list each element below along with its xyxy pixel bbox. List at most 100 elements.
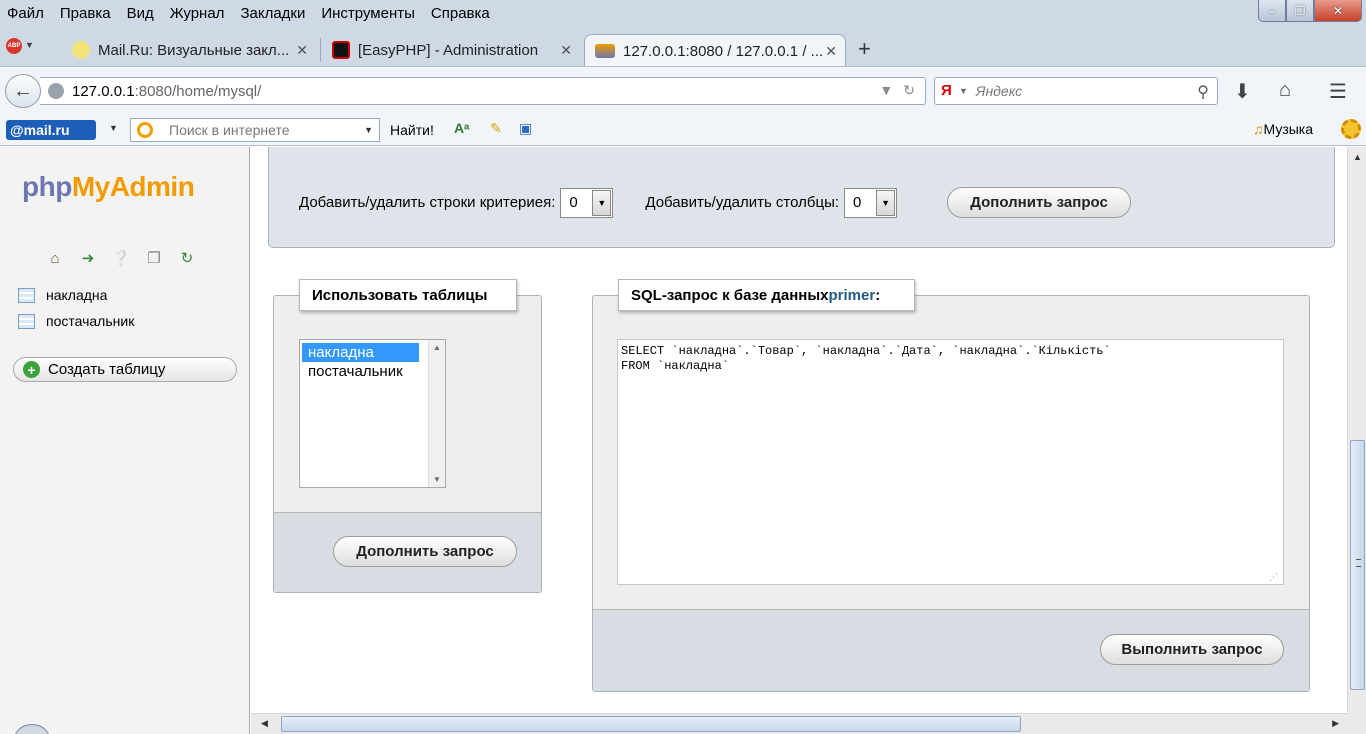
sql-legend: SQL-запрос к базе данных primer: — [618, 279, 915, 311]
menu-tools[interactable]: Инструменты — [313, 5, 423, 22]
back-button[interactable]: ← — [5, 74, 41, 108]
close-window-button[interactable]: ✕ — [1314, 0, 1362, 22]
help-icon[interactable]: ❔ — [112, 249, 131, 267]
menu-bookmarks[interactable]: Закладки — [232, 5, 313, 22]
grip-icon — [1356, 559, 1361, 567]
sidebar-table-postachalnyk[interactable]: постачальник — [18, 313, 134, 329]
menu-view[interactable]: Вид — [119, 5, 162, 22]
scroll-up-icon[interactable]: ▲ — [433, 343, 441, 352]
pma-sidebar: phpMyAdmin ⌂ ➜ ❔ ❐ ↻ накладна постачальн… — [0, 147, 250, 734]
use-tables-legend: Использовать таблицы — [299, 279, 517, 311]
reload-icon[interactable]: ↻ — [903, 82, 915, 99]
table-label[interactable]: накладна — [46, 287, 107, 303]
url-bar[interactable]: 127.0.0.1:8080/home/mysql/ ▼ ↻ — [40, 77, 926, 105]
scroll-left-icon[interactable]: ◀ — [261, 718, 268, 729]
sql-fieldset: SELECT `накладна`.`Товар`, `накладна`.`Д… — [592, 295, 1310, 692]
url-path: :8080/home/mysql/ — [134, 82, 262, 100]
execute-query-button[interactable]: Выполнить запрос — [1100, 634, 1284, 665]
scroll-down-icon[interactable]: ▼ — [433, 475, 441, 484]
search-icon[interactable]: ⚲ — [1197, 82, 1209, 102]
create-table-button[interactable]: + Создать таблицу — [13, 357, 237, 382]
add-rows-select[interactable]: 0 ▼ — [560, 187, 614, 218]
screenshot-icon[interactable]: ▣ — [519, 120, 541, 140]
navigation-bar: 127.0.0.1:8080/home/mysql/ ▼ ↻ ← Я ▼ Янд… — [0, 66, 1366, 114]
tab-mailru[interactable]: Mail.Ru: Визуальные закл... ✕ — [62, 34, 316, 66]
tables-listbox[interactable]: накладна постачальник ▲ ▼ — [299, 339, 446, 488]
tab-phpmyadmin[interactable]: 127.0.0.1:8080 / 127.0.0.1 / ... ✕ — [584, 34, 846, 67]
scroll-up-icon[interactable]: ▲ — [1353, 152, 1362, 162]
tab-separator — [320, 38, 321, 62]
menu-help[interactable]: Справка — [423, 5, 498, 22]
music-button[interactable]: ♫Музыка — [1253, 121, 1313, 137]
chevron-down-icon: ▼ — [876, 189, 896, 216]
easyphp-favicon-icon — [332, 41, 350, 59]
tab-label: [EasyPHP] - Administration — [358, 41, 539, 59]
tab-close-icon[interactable]: ✕ — [560, 42, 572, 59]
new-tab-icon[interactable]: + — [858, 36, 871, 62]
table-label[interactable]: постачальник — [46, 313, 134, 329]
reload-navigation-icon[interactable]: ↻ — [178, 249, 196, 267]
sql-query-textarea[interactable]: SELECT `накладна`.`Товар`, `накладна`.`Д… — [617, 339, 1284, 585]
pma-main: Добавить/удалить строки критериея: 0 ▼ Д… — [251, 147, 1347, 713]
table-icon — [18, 287, 35, 303]
downloads-icon[interactable]: ⬇ — [1234, 79, 1251, 104]
vertical-scrollbar[interactable]: ▲ — [1347, 147, 1366, 713]
yandex-icon[interactable]: Я — [941, 83, 955, 99]
documentation-icon[interactable]: ❐ — [145, 249, 163, 267]
menu-history[interactable]: Журнал — [162, 5, 233, 22]
search-engine-dropdown-icon[interactable]: ▼ — [959, 86, 968, 96]
mailru-search-input[interactable]: Поиск в интернете ▼ — [130, 118, 380, 142]
home-icon[interactable]: ⌂ — [1279, 79, 1291, 102]
minimize-button[interactable]: – — [1258, 0, 1286, 22]
search-input[interactable]: Яндекс — [976, 83, 1022, 99]
window-controls: – ❐ ✕ — [1258, 0, 1362, 22]
horizontal-scrollbar[interactable]: ◀ ▶ — [251, 713, 1347, 734]
database-name-link[interactable]: primer — [829, 287, 876, 304]
tab-bar: ABP ▼ Mail.Ru: Визуальные закл... ✕ [Eas… — [0, 26, 1366, 67]
home-icon[interactable]: ⌂ — [46, 249, 64, 267]
menu-hamburger-icon[interactable]: ☰ — [1329, 79, 1347, 104]
add-cols-select[interactable]: 0 ▼ — [844, 187, 898, 218]
horizontal-scroll-thumb[interactable] — [281, 716, 1021, 732]
vertical-scroll-thumb[interactable] — [1350, 440, 1365, 690]
mailru-toolbar: @mail.ru ▼ Поиск в интернете ▼ Найти! Aᵃ… — [0, 114, 1366, 146]
url-host: 127.0.0.1 — [72, 82, 135, 100]
menu-edit[interactable]: Правка — [52, 5, 119, 22]
logout-icon[interactable]: ➜ — [79, 249, 97, 267]
search-bar[interactable]: Я ▼ Яндекс ⚲ — [934, 77, 1218, 105]
tab-easyphp[interactable]: [EasyPHP] - Administration ✕ — [322, 34, 580, 66]
table-icon — [18, 313, 35, 329]
find-button[interactable]: Найти! — [390, 122, 434, 138]
back-arrow-icon: ← — [13, 79, 33, 102]
phpmyadmin-favicon-icon — [595, 44, 615, 58]
phpmyadmin-logo[interactable]: phpMyAdmin — [22, 171, 195, 203]
tab-label: Mail.Ru: Визуальные закл... — [98, 41, 290, 59]
mailru-logo[interactable]: @mail.ru — [6, 120, 96, 140]
menu-file[interactable]: Файл — [0, 5, 52, 22]
mailru-search-dropdown-icon[interactable]: ▼ — [364, 125, 373, 135]
listbox-option-nakladna[interactable]: накладна — [302, 343, 419, 362]
tab-close-icon[interactable]: ✕ — [296, 42, 308, 59]
add-cols-label: Добавить/удалить столбцы: — [645, 194, 840, 211]
scroll-top-icon[interactable] — [14, 724, 50, 734]
tab-close-icon[interactable]: ✕ — [825, 43, 837, 60]
sidebar-table-nakladna[interactable]: накладна — [18, 287, 107, 303]
scroll-right-icon[interactable]: ▶ — [1332, 718, 1339, 729]
scrollbar-corner — [1347, 713, 1366, 734]
update-query-button[interactable]: Дополнить запрос — [947, 187, 1132, 218]
add-rows-label: Добавить/удалить строки критериея: — [299, 194, 556, 211]
adblock-icon[interactable]: ABP — [6, 38, 22, 54]
highlighter-icon[interactable]: ✎ — [490, 120, 512, 140]
translate-icon[interactable]: Aᵃ — [454, 120, 476, 140]
chevron-down-icon: ▼ — [592, 189, 612, 216]
maximize-button[interactable]: ❐ — [1286, 0, 1314, 22]
url-dropdown-icon[interactable]: ▼ — [879, 82, 893, 99]
update-query-button-2[interactable]: Дополнить запрос — [333, 536, 517, 567]
listbox-scrollbar[interactable]: ▲ ▼ — [428, 340, 445, 487]
listbox-option-postachalnyk[interactable]: постачальник — [302, 362, 419, 381]
adblock-dropdown-icon[interactable]: ▼ — [25, 40, 34, 50]
settings-gear-icon[interactable] — [1341, 119, 1361, 139]
magnifier-icon — [137, 122, 153, 138]
music-note-icon: ♫ — [1253, 121, 1264, 137]
mailru-dropdown-icon[interactable]: ▼ — [109, 123, 118, 133]
